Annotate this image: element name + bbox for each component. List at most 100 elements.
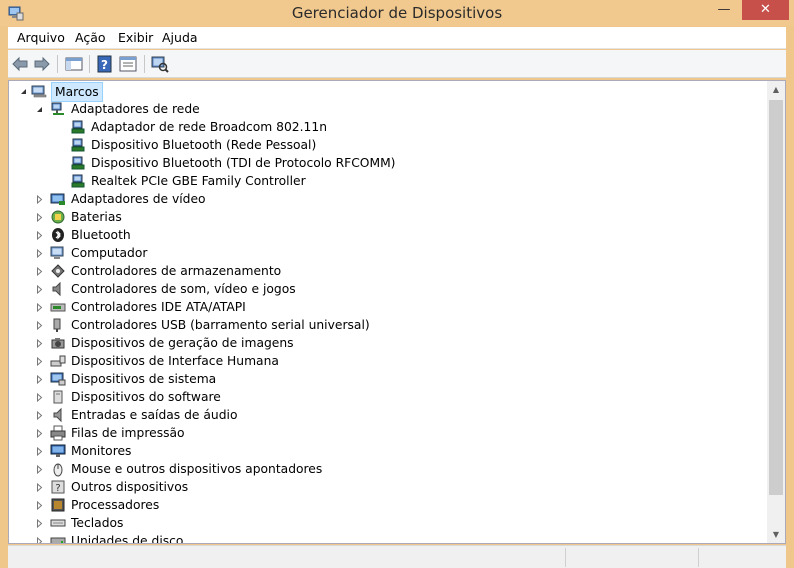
network-icon — [51, 102, 64, 115]
tree-category[interactable]: Unidades de disco — [33, 532, 633, 544]
expand-arrow-icon[interactable] — [35, 231, 44, 240]
show-hide-console-tree-button[interactable] — [65, 55, 83, 73]
expand-arrow-icon[interactable] — [35, 447, 44, 456]
hid-icon — [50, 355, 66, 367]
tree-category[interactable]: Baterias — [33, 208, 633, 226]
tree-node-label: Bluetooth — [71, 228, 131, 242]
monitor-icon — [50, 444, 66, 457]
tree-node-label: Dispositivos de Interface Humana — [71, 354, 279, 368]
minimize-button[interactable]: — — [711, 0, 737, 20]
menu-exibir[interactable]: Exibir — [118, 30, 153, 45]
tree-category[interactable]: Controladores de armazenamento — [33, 262, 633, 280]
title-bar[interactable]: Gerenciador de Dispositivos — ✕ — [0, 0, 794, 26]
collapse-arrow-icon[interactable] — [19, 87, 28, 96]
expand-arrow-icon[interactable] — [35, 537, 44, 544]
properties-button[interactable] — [119, 55, 137, 73]
keyboard-icon — [50, 519, 66, 527]
network-adapter-icon — [71, 156, 85, 170]
forward-button[interactable] — [33, 55, 51, 73]
speaker-icon — [52, 281, 61, 297]
expand-arrow-icon[interactable] — [35, 429, 44, 438]
tree-device[interactable]: Adaptador de rede Broadcom 802.11n — [52, 118, 652, 136]
expand-arrow-icon[interactable] — [35, 285, 44, 294]
tree-node-label: Dispositivo Bluetooth (TDI de Protocolo … — [91, 156, 396, 170]
expand-arrow-icon[interactable] — [35, 303, 44, 312]
tree-node-label: Monitores — [71, 444, 132, 458]
vertical-scrollbar[interactable]: ▲ ▼ — [767, 81, 785, 543]
tree-node-label: Controladores USB (barramento serial uni… — [71, 318, 370, 332]
scrollbar-thumb[interactable] — [769, 100, 783, 495]
menu-ajuda[interactable]: Ajuda — [162, 30, 198, 45]
ide-controller-icon — [50, 303, 66, 312]
tree-category[interactable]: Controladores IDE ATA/ATAPI — [33, 298, 633, 316]
tree-device[interactable]: Dispositivo Bluetooth (TDI de Protocolo … — [52, 154, 652, 172]
tree-category[interactable]: Dispositivos de Interface Humana — [33, 352, 633, 370]
tree-category[interactable]: Controladores USB (barramento serial uni… — [33, 316, 633, 334]
status-cell — [565, 548, 698, 567]
expand-arrow-icon[interactable] — [35, 519, 44, 528]
tree-category[interactable]: Adaptadores de vídeo — [33, 190, 633, 208]
expand-arrow-icon[interactable] — [35, 393, 44, 402]
tree-node-label: Mouse e outros dispositivos apontadores — [71, 462, 323, 476]
tree-category[interactable]: Mouse e outros dispositivos apontadores — [33, 460, 633, 478]
tree-category[interactable]: Filas de impressão — [33, 424, 633, 442]
network-adapter-icon — [71, 174, 85, 188]
scroll-up-arrow-icon[interactable]: ▲ — [767, 81, 785, 98]
tree-device[interactable]: Dispositivo Bluetooth (Rede Pessoal) — [52, 136, 652, 154]
toolbar-separator — [89, 55, 90, 73]
tree-category[interactable]: Entradas e saídas de áudio — [33, 406, 633, 424]
tree-category[interactable]: Dispositivos de sistema — [33, 370, 633, 388]
expand-arrow-icon[interactable] — [35, 375, 44, 384]
device-tree-pane[interactable]: Marcos Adaptadores de rede Adaptador de r… — [8, 80, 786, 544]
usb-icon — [53, 318, 61, 332]
collapse-arrow-icon[interactable] — [35, 105, 44, 114]
disk-drive-icon — [50, 537, 66, 543]
system-device-icon — [50, 372, 66, 386]
toolbar-separator — [144, 55, 145, 73]
tree-node-label: Filas de impressão — [71, 426, 185, 440]
expand-arrow-icon[interactable] — [35, 195, 44, 204]
expand-arrow-icon[interactable] — [35, 483, 44, 492]
expand-arrow-icon[interactable] — [35, 411, 44, 420]
tree-device[interactable]: Realtek PCIe GBE Family Controller — [52, 172, 652, 190]
tree-category[interactable]: ? Outros dispositivos — [33, 478, 633, 496]
tree-node-label: Adaptadores de rede — [71, 102, 200, 116]
tree-node-label: Controladores IDE ATA/ATAPI — [71, 300, 246, 314]
tree-node-label: Teclados — [71, 516, 124, 530]
scroll-down-arrow-icon[interactable]: ▼ — [767, 526, 785, 543]
expand-arrow-icon[interactable] — [35, 357, 44, 366]
processor-icon — [51, 498, 65, 512]
tree-node-label: Adaptadores de vídeo — [71, 192, 206, 206]
expand-arrow-icon[interactable] — [35, 321, 44, 330]
expand-arrow-icon[interactable] — [35, 465, 44, 474]
tree-category[interactable]: Monitores — [33, 442, 633, 460]
printer-icon — [50, 425, 66, 441]
expand-arrow-icon[interactable] — [35, 213, 44, 222]
menu-arquivo[interactable]: Arquivo — [17, 30, 65, 45]
expand-arrow-icon[interactable] — [35, 249, 44, 258]
toolbar-separator — [57, 55, 58, 73]
tree-category[interactable]: Bluetooth — [33, 226, 633, 244]
tree-root[interactable]: Marcos — [17, 82, 317, 102]
menu-acao[interactable]: Ação — [75, 30, 106, 45]
tree-category[interactable]: Controladores de som, vídeo e jogos — [33, 280, 633, 298]
tree-category[interactable]: Dispositivos do software — [33, 388, 633, 406]
tree-node-label: Dispositivos do software — [71, 390, 221, 404]
storage-controller-icon — [51, 264, 65, 278]
expand-arrow-icon[interactable] — [35, 501, 44, 510]
tree-node-label: Unidades de disco — [71, 534, 184, 544]
tree-category[interactable]: Processadores — [33, 496, 633, 514]
tree-category[interactable]: Computador — [33, 244, 633, 262]
expand-arrow-icon[interactable] — [35, 267, 44, 276]
tree-category[interactable]: Adaptadores de rede — [33, 100, 633, 118]
tree-category[interactable]: Teclados — [33, 514, 633, 532]
close-button[interactable]: ✕ — [742, 0, 789, 20]
expand-arrow-icon[interactable] — [35, 339, 44, 348]
help-button[interactable]: ? — [96, 55, 114, 73]
svg-text:?: ? — [101, 58, 108, 72]
scan-hardware-button[interactable] — [151, 55, 169, 73]
tree-category[interactable]: Dispositivos de geração de imagens — [33, 334, 633, 352]
network-adapter-icon — [71, 120, 85, 134]
mouse-icon — [53, 463, 63, 477]
back-button[interactable] — [11, 55, 29, 73]
